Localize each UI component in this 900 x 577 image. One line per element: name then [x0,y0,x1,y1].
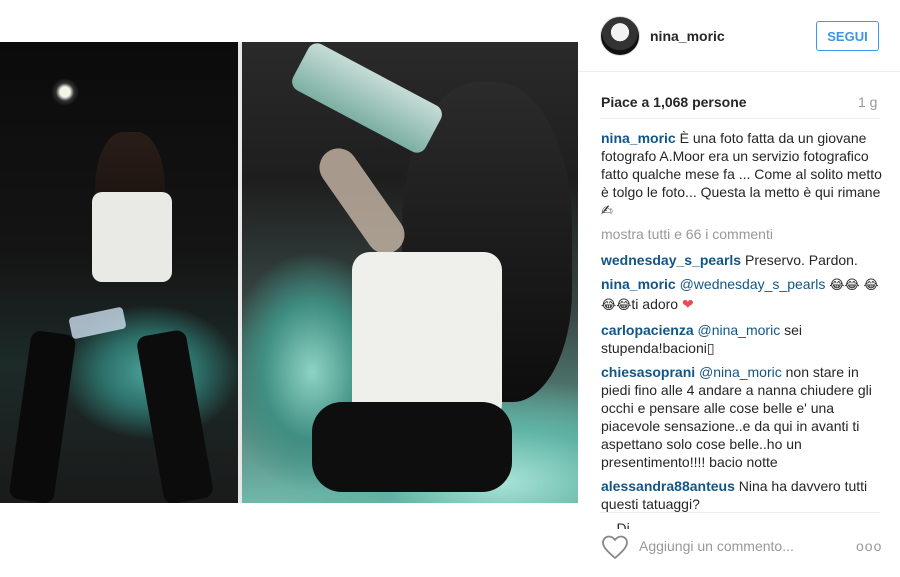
list-item: carlopacienza @nina_moric sei stupenda!b… [601,321,883,357]
post-time[interactable]: 1 g [858,94,877,110]
comment-user[interactable]: chiesasoprani [601,364,695,380]
figure-arm [312,140,412,262]
comment-user[interactable]: nina_moric [601,276,676,292]
heart-outline-icon[interactable] [601,534,629,560]
likes-number: 1,068 [653,94,689,110]
figure-shirt [92,192,172,282]
comments-list: nina_moric È una foto fatta da un giovan… [601,129,883,529]
comment-user[interactable]: alessandra88anteus [601,478,735,494]
likes-count[interactable]: Piace a 1,068 persone [601,94,747,110]
bottle [68,306,127,340]
comment-user[interactable]: wednesday_s_pearls [601,252,741,268]
laughing-emoji-icon: 😂😂 [829,278,860,293]
comment-user[interactable]: carlopacienza [601,322,694,338]
list-item: nina_moric @wednesday_s_pearls 😂😂 😂😂😂ti … [601,275,883,315]
post-photo[interactable] [0,42,578,503]
figure-boot [8,329,77,503]
add-comment-input[interactable]: Aggiungi un commento... [639,538,794,554]
comment-text: ti adoro [631,296,679,312]
caption: nina_moric È una foto fatta da un giovan… [601,129,883,219]
avatar[interactable] [600,16,640,56]
comment-mention[interactable]: @nina_moric [699,364,782,380]
likes-prefix: Piace a [601,94,654,110]
figure-boot [135,328,215,503]
show-all-comments-link[interactable]: mostra tutti e 66 i commenti [601,225,883,243]
list-item: alessandra88anteus Nina ha davvero tutti… [601,477,883,513]
list-item-partial: ... Di ... ... [601,520,661,529]
heart-emoji-icon: ❤ [681,296,694,312]
follow-button[interactable]: SEGUI [816,21,879,51]
comment-mention[interactable]: @wednesday_s_pearls [680,276,826,292]
list-item: wednesday_s_pearls Preservo. Pardon. [601,251,883,269]
comment-mention[interactable]: @nina_moric [698,322,781,338]
likes-suffix: persone [688,94,747,110]
figure-shirt [352,252,502,422]
post-username[interactable]: nina_moric [650,28,725,44]
comment-user[interactable]: nina_moric [601,130,676,146]
comment-text: Preservo. Pardon. [744,252,858,268]
figure-shorts [312,402,512,492]
bottle [288,42,446,157]
post-header: nina_moric SEGUI [578,0,900,72]
separator [600,512,880,513]
separator [600,118,880,119]
photo-panel-right [242,42,578,503]
list-item: chiesasoprani @nina_moric non stare in p… [601,363,883,471]
photo-panel-left [0,42,238,503]
more-options-icon[interactable]: ooo [856,538,882,554]
